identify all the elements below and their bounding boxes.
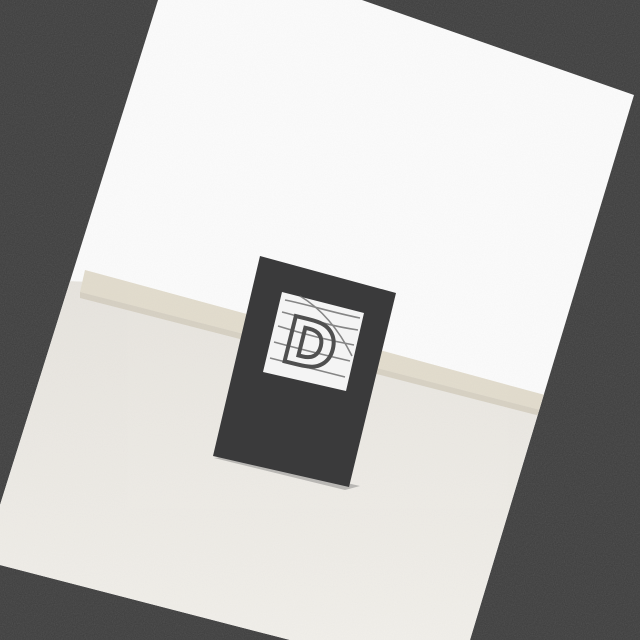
photo-scene: D (0, 0, 640, 640)
